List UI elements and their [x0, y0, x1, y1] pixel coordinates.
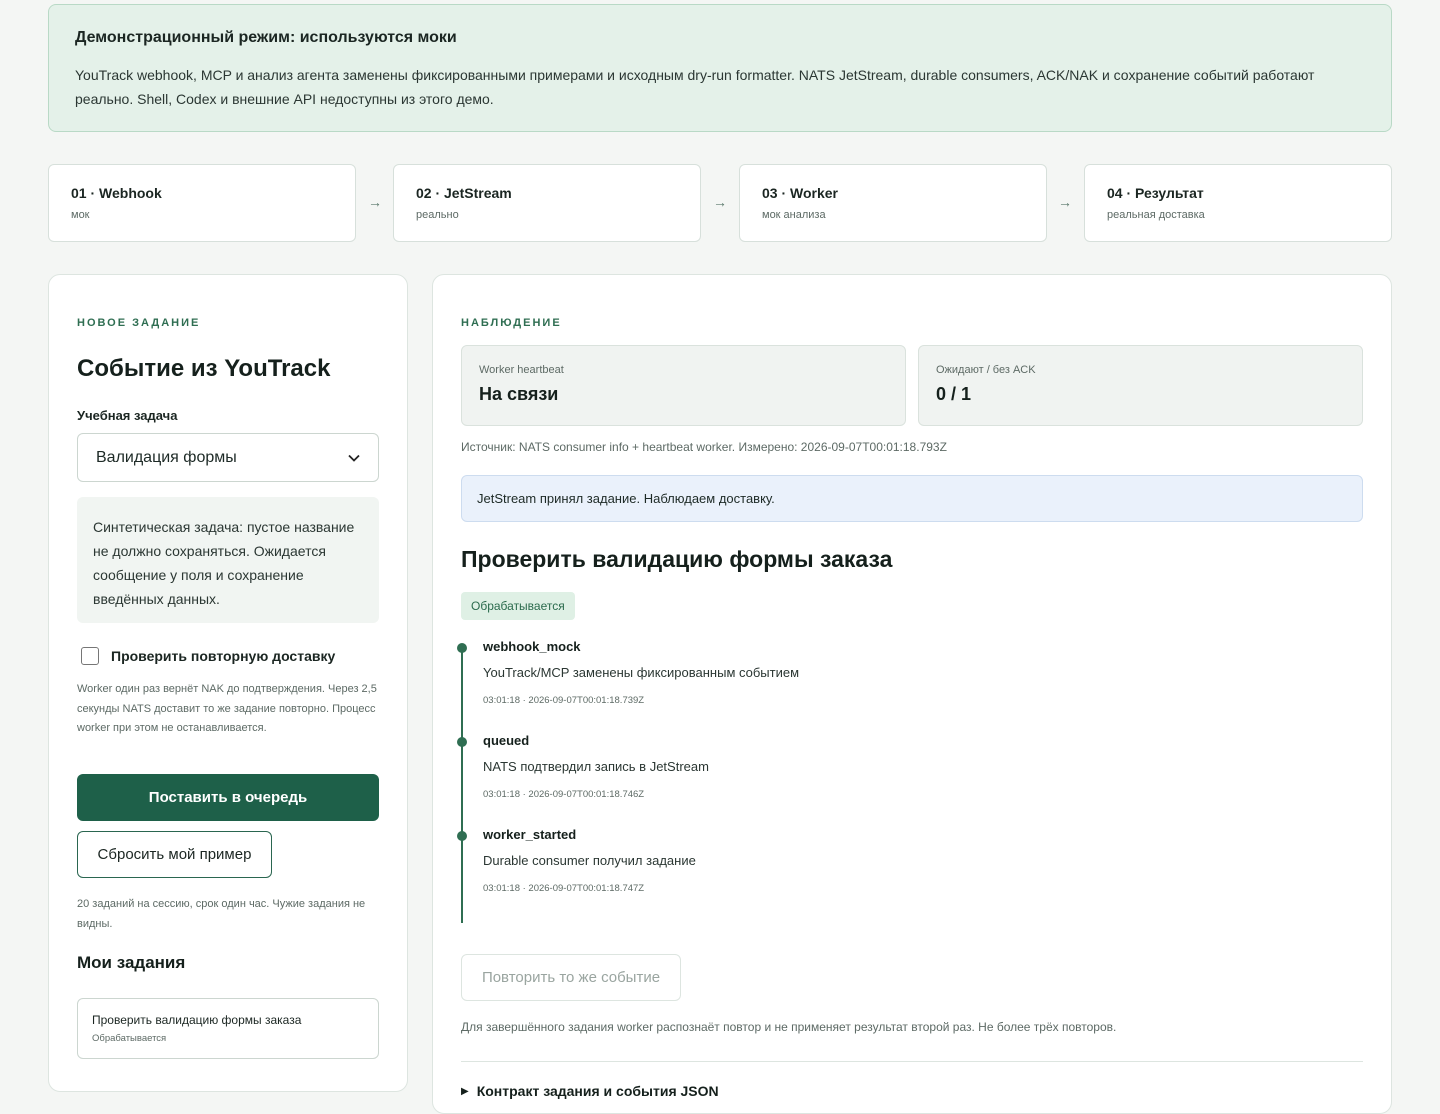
redelivery-option[interactable]: Проверить повторную доставку	[81, 647, 335, 665]
step-subtitle: реальная доставка	[1107, 209, 1205, 221]
arrow-right-icon: →	[713, 194, 727, 210]
metrics-source: Источник: NATS consumer info + heartbeat…	[461, 440, 947, 454]
arrow-right-icon: →	[368, 194, 382, 210]
event-timeline: webhook_mock YouTrack/MCP заменены фикси…	[457, 639, 1361, 923]
event-message: NATS подтвердил запись в JetStream	[483, 759, 709, 774]
reset-example-button[interactable]: Сбросить мой пример	[77, 831, 272, 878]
info-message: JetStream принял задание. Наблюдаем дост…	[461, 475, 1363, 522]
metric-label: Worker heartbeat	[479, 364, 564, 376]
form-title: Событие из YouTrack	[77, 355, 331, 382]
step-worker: 03 · Worker мок анализа	[739, 164, 1047, 242]
metric-value: На связи	[479, 384, 559, 404]
pending-metric: Ожидают / без ACK 0 / 1	[918, 345, 1363, 426]
metric-label: Ожидают / без ACK	[936, 364, 1036, 376]
timeline-dot	[457, 831, 467, 841]
task-description: Синтетическая задача: пустое название не…	[77, 497, 379, 623]
task-item-status: Обрабатывается	[92, 1033, 167, 1044]
timeline-dot	[457, 643, 467, 653]
event-name: webhook_mock	[483, 639, 581, 654]
step-title: 03 · Worker	[762, 185, 838, 201]
step-webhook: 01 · Webhook мок	[48, 164, 356, 242]
task-select[interactable]: Валидация формы	[77, 433, 379, 482]
task-select-value: Валидация формы	[96, 448, 237, 466]
step-subtitle: реально	[416, 209, 459, 221]
task-title: Проверить валидацию формы заказа	[461, 546, 893, 572]
timeline-dot	[457, 737, 467, 747]
heartbeat-metric: Worker heartbeat На связи	[461, 345, 906, 426]
list-item[interactable]: Проверить валидацию формы заказа Обрабат…	[77, 998, 379, 1059]
demo-mode-banner: Демонстрационный режим: используются мок…	[48, 4, 1392, 132]
json-contract-label: Контракт задания и события JSON	[476, 1083, 719, 1099]
enqueue-button[interactable]: Поставить в очередь	[77, 774, 379, 821]
step-subtitle: мок	[71, 209, 90, 221]
event-message: Durable consumer получил задание	[483, 853, 696, 868]
event-message: YouTrack/MCP заменены фиксированным собы…	[483, 665, 800, 680]
task-item-title: Проверить валидацию формы заказа	[92, 1013, 302, 1027]
step-title: 02 · JetStream	[416, 185, 512, 201]
chevron-down-icon	[348, 450, 360, 465]
pipeline-steps: 01 · Webhook мок → 02 · JetStream реальн…	[48, 164, 1392, 242]
step-subtitle: мок анализа	[762, 209, 826, 221]
redelivery-checkbox[interactable]	[81, 647, 99, 665]
replay-event-button[interactable]: Повторить то же событие	[461, 954, 681, 1001]
step-jetstream: 02 · JetStream реально	[393, 164, 701, 242]
session-limit-hint: 20 заданий на сессию, срок один час. Чуж…	[77, 898, 366, 930]
timeline-line	[461, 647, 463, 923]
my-tasks-title: Мои задания	[77, 953, 186, 972]
section-eyebrow: НАБЛЮДЕНИЕ	[461, 317, 562, 329]
metric-value: 0 / 1	[936, 384, 972, 404]
redelivery-hint: Worker один раз вернёт NAK до подтвержде…	[77, 683, 377, 734]
task-select-label: Учебная задача	[77, 408, 178, 423]
banner-text: YouTrack webhook, MCP и анализ агента за…	[75, 67, 1315, 107]
status-badge: Обрабатывается	[461, 592, 575, 620]
replay-note: Для завершённого задания worker распозна…	[461, 1020, 1117, 1034]
disclosure-triangle-icon: ▶	[461, 1085, 469, 1097]
step-result: 04 · Результат реальная доставка	[1084, 164, 1392, 242]
event-name: worker_started	[483, 827, 577, 842]
json-contract-toggle[interactable]: ▶ Контракт задания и события JSON	[461, 1083, 719, 1099]
banner-title: Демонстрационный режим: используются мок…	[75, 29, 457, 46]
section-eyebrow: НОВОЕ ЗАДАНИЕ	[77, 317, 201, 329]
new-task-card: НОВОЕ ЗАДАНИЕ Событие из YouTrack Учебна…	[48, 274, 408, 1092]
divider	[461, 1061, 1363, 1062]
step-title: 04 · Результат	[1107, 185, 1204, 201]
event-time: 03:01:18 · 2026-09-07T00:01:18.746Z	[483, 789, 645, 800]
event-time: 03:01:18 · 2026-09-07T00:01:18.747Z	[483, 883, 645, 894]
redelivery-label[interactable]: Проверить повторную доставку	[111, 648, 335, 664]
observation-card: НАБЛЮДЕНИЕ Worker heartbeat На связи Ожи…	[432, 274, 1392, 1114]
event-name: queued	[483, 733, 530, 748]
step-title: 01 · Webhook	[71, 185, 162, 201]
arrow-right-icon: →	[1058, 194, 1072, 210]
event-time: 03:01:18 · 2026-09-07T00:01:18.739Z	[483, 695, 645, 706]
